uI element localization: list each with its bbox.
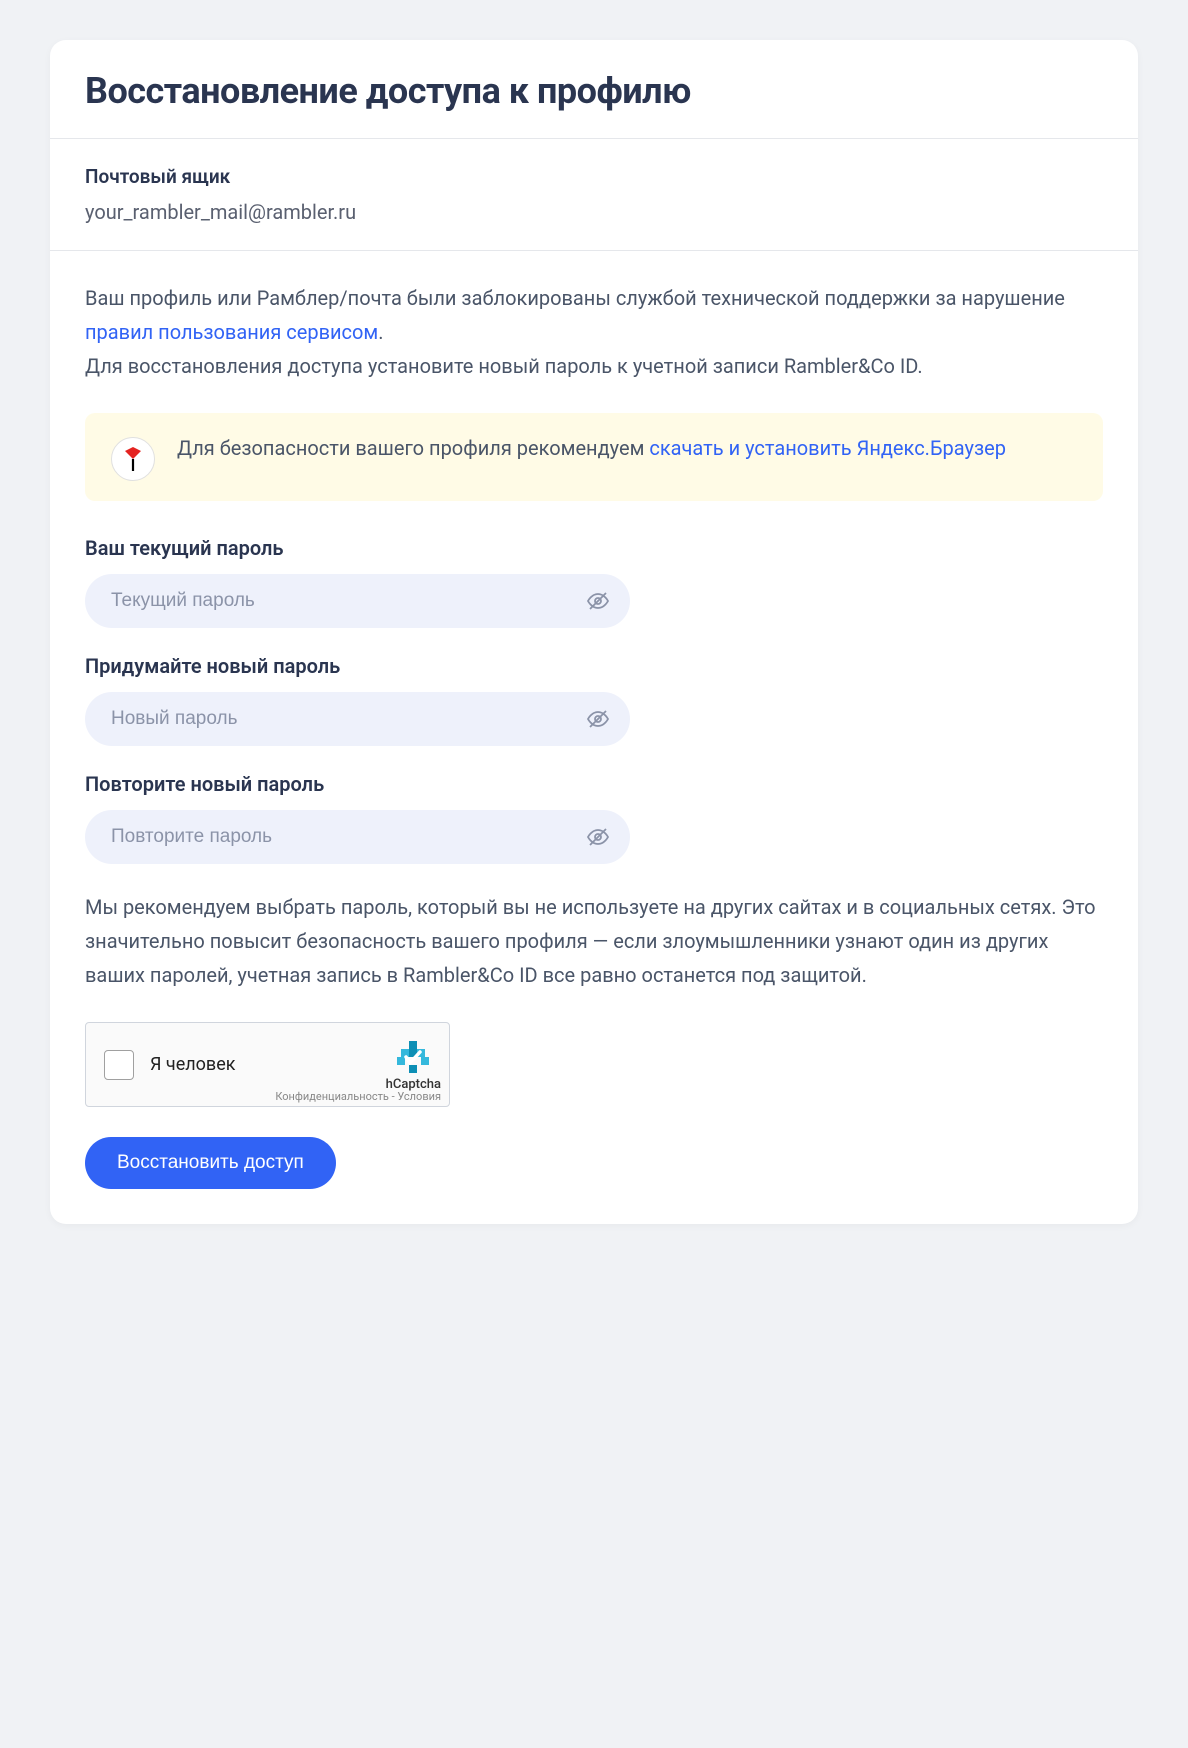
hcaptcha-icon: [395, 1039, 431, 1075]
desc-text-3: Для восстановления доступа установите но…: [85, 354, 923, 378]
notice-text-1: Для безопасности вашего профиля рекоменд…: [177, 436, 649, 460]
current-password-label: Ваш текущий пароль: [85, 536, 1103, 560]
confirm-password-wrapper: [85, 810, 630, 864]
notice-text: Для безопасности вашего профиля рекоменд…: [177, 433, 1077, 463]
new-password-label: Придумайте новый пароль: [85, 654, 1103, 678]
current-password-input[interactable]: [85, 574, 630, 628]
captcha-checkbox[interactable]: [104, 1050, 134, 1080]
eye-off-icon[interactable]: [586, 825, 610, 849]
current-password-wrapper: [85, 574, 630, 628]
eye-off-icon[interactable]: [586, 589, 610, 613]
mailbox-value: your_rambler_mail@rambler.ru: [85, 200, 1103, 224]
card-header: Восстановление доступа к профилю: [50, 40, 1138, 139]
confirm-password-input[interactable]: [85, 810, 630, 864]
desc-text-1: Ваш профиль или Рамблер/почта были забло…: [85, 286, 1065, 310]
yandex-notice: Для безопасности вашего профиля рекоменд…: [85, 413, 1103, 501]
page-title: Восстановление доступа к профилю: [85, 70, 1103, 112]
captcha-widget: Я человек hCaptcha Конфиденциальность - …: [85, 1022, 450, 1107]
captcha-links[interactable]: Конфиденциальность - Условия: [275, 1090, 441, 1103]
current-password-group: Ваш текущий пароль: [85, 536, 1103, 628]
desc-text-2: .: [378, 320, 383, 344]
submit-button[interactable]: Восстановить доступ: [85, 1137, 336, 1189]
mailbox-label: Почтовый ящик: [85, 165, 1103, 188]
terms-link[interactable]: правил пользования сервисом: [85, 320, 378, 344]
mailbox-section: Почтовый ящик your_rambler_mail@rambler.…: [50, 139, 1138, 251]
confirm-password-group: Повторите новый пароль: [85, 772, 1103, 864]
yandex-download-link[interactable]: скачать и установить Яндекс.Браузер: [649, 436, 1006, 460]
new-password-wrapper: [85, 692, 630, 746]
new-password-input[interactable]: [85, 692, 630, 746]
recovery-card: Восстановление доступа к профилю Почтовы…: [50, 40, 1138, 1224]
confirm-password-label: Повторите новый пароль: [85, 772, 1103, 796]
new-password-group: Придумайте новый пароль: [85, 654, 1103, 746]
eye-off-icon[interactable]: [586, 707, 610, 731]
description-text: Ваш профиль или Рамблер/почта были забло…: [85, 281, 1103, 383]
captcha-label: Я человек: [150, 1054, 236, 1075]
yandex-icon: [111, 437, 155, 481]
content-section: Ваш профиль или Рамблер/почта были забло…: [50, 251, 1138, 1224]
password-tips: Мы рекомендуем выбрать пароль, который в…: [85, 890, 1103, 992]
